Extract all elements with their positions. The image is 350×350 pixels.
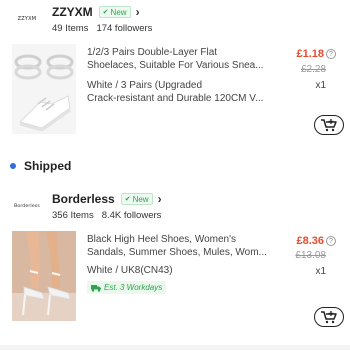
followers-count: 174 followers <box>96 23 153 34</box>
new-badge-label: New <box>132 194 149 204</box>
original-price: £2.28 <box>300 64 326 75</box>
price-value: £8.36 <box>296 235 324 247</box>
product-variant: White / UK8(CN43) <box>87 265 173 276</box>
divider <box>0 345 350 350</box>
store-name-row: ZZYXM ✔ New › <box>52 4 160 20</box>
product-image-shoelaces[interactable] <box>12 44 76 134</box>
store-header-zzyxm[interactable]: ZZYXM ZZYXM ✔ New › 49 Items 174 followers <box>12 4 160 34</box>
product-variant: White / 3 Pairs (Upgraded Crack-resistan… <box>87 79 287 105</box>
price: £1.18 ? <box>296 48 336 60</box>
delivery-estimate-badge: Est. 3 Workdays <box>87 281 167 294</box>
check-icon: ✔ <box>124 196 131 203</box>
store-name-row: Borderless ✔ New › <box>52 191 169 207</box>
check-icon: ✔ <box>102 9 109 16</box>
new-badge: ✔ New <box>98 6 131 18</box>
product-title-line2: Shoelaces, Suitable For Various Snea... <box>87 60 264 71</box>
chevron-right-icon[interactable]: › <box>158 192 162 206</box>
followers-count: 8.4K followers <box>101 210 162 221</box>
shipped-section-header: Shipped <box>10 159 71 173</box>
product-variant-line2: Crack-resistant and Durable 120CM V... <box>87 93 264 104</box>
add-to-cart-icon <box>321 311 337 324</box>
new-badge: ✔ New <box>120 193 153 205</box>
store-stats: 49 Items 174 followers <box>52 23 160 34</box>
store-info: Borderless ✔ New › 356 Items 8.4K follower… <box>52 191 169 221</box>
original-price: £13.08 <box>295 250 326 261</box>
price: £8.36 ? <box>296 235 336 247</box>
help-icon[interactable]: ? <box>326 236 336 246</box>
high-heels-image <box>12 231 76 321</box>
help-icon[interactable]: ? <box>326 49 336 59</box>
status-dot <box>10 163 16 169</box>
product-title[interactable]: 1/2/3 Pairs Double-Layer Flat Shoelaces,… <box>87 46 287 72</box>
add-to-cart-icon <box>321 119 337 132</box>
shipped-label: Shipped <box>24 159 72 173</box>
product-image-high-heels[interactable] <box>12 231 76 321</box>
product-title-line1: Black High Heel Shoes, Women's <box>87 234 237 245</box>
delivery-estimate-text: Est. 3 Workdays <box>104 283 163 292</box>
chevron-right-icon[interactable]: › <box>136 5 140 19</box>
store-logo[interactable]: Borderless <box>12 191 42 221</box>
store-logo[interactable]: ZZYXM <box>12 4 42 34</box>
add-to-cart-button[interactable] <box>314 307 344 327</box>
product-title[interactable]: Black High Heel Shoes, Women's Sandals, … <box>87 233 287 259</box>
product-variant-line1: White / 3 Pairs (Upgraded <box>87 80 203 91</box>
add-to-cart-button[interactable] <box>314 115 344 135</box>
store-stats: 356 Items 8.4K followers <box>52 210 169 221</box>
order-item-high-heels[interactable]: Black High Heel Shoes, Women's Sandals, … <box>12 231 338 323</box>
store-name[interactable]: Borderless <box>52 192 115 206</box>
store-name[interactable]: ZZYXM <box>52 5 93 19</box>
items-count: 49 Items <box>52 23 89 34</box>
price-value: £1.18 <box>296 48 324 60</box>
order-item-shoelaces[interactable]: 1/2/3 Pairs Double-Layer Flat Shoelaces,… <box>12 44 338 138</box>
product-title-line1: 1/2/3 Pairs Double-Layer Flat <box>87 47 218 58</box>
truck-icon <box>91 284 101 292</box>
quantity: x1 <box>315 266 326 277</box>
store-info: ZZYXM ✔ New › 49 Items 174 followers <box>52 4 160 34</box>
shoelaces-image <box>12 44 76 134</box>
quantity: x1 <box>315 80 326 91</box>
new-badge-label: New <box>110 7 127 17</box>
items-count: 356 Items <box>52 210 94 221</box>
product-title-line2: Sandals, Summer Shoes, Mules, Wom... <box>87 247 267 258</box>
store-header-borderless[interactable]: Borderless Borderless ✔ New › 356 Items 8.… <box>12 191 169 221</box>
